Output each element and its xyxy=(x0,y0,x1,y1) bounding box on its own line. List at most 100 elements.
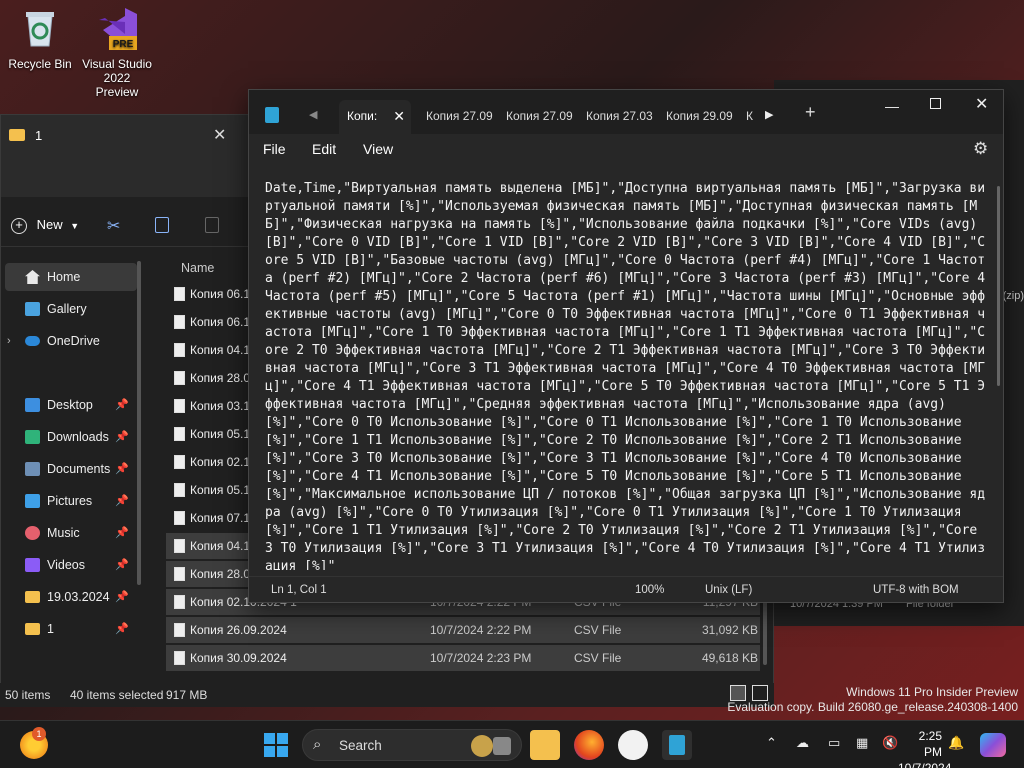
new-tab-icon[interactable]: + xyxy=(805,102,816,123)
name-column-header[interactable]: Name xyxy=(181,261,214,275)
file-explorer-taskbar-icon[interactable] xyxy=(530,730,560,760)
notepad-text-area[interactable]: Date,Time,"Виртуальная память выделена [… xyxy=(265,180,989,570)
sidebar-item-label: 19.03.2024 xyxy=(47,590,110,604)
menu-file[interactable]: File xyxy=(263,141,286,157)
scroll-tabs-left-icon[interactable]: ◀ xyxy=(309,108,317,121)
folder-icon xyxy=(9,129,25,141)
watermark-line1: Windows 11 Pro Insider Preview xyxy=(846,685,1018,699)
file-icon xyxy=(174,539,185,553)
widgets-button[interactable]: 1 xyxy=(20,727,48,759)
file-name: Копия 06.1 xyxy=(190,315,251,329)
network-icon[interactable]: ▦ xyxy=(856,735,868,751)
new-button[interactable]: + New ▼ xyxy=(11,217,79,234)
file-name: Копия 30.09.2024 xyxy=(190,651,287,665)
sidebar-item-label: 1 xyxy=(47,622,54,636)
notepad-tab-active[interactable]: Копи: ✕ xyxy=(339,100,411,134)
notepad-tab[interactable]: Копия 29.09 xyxy=(666,109,733,123)
notepad-tab[interactable]: Копия 27.09 xyxy=(506,109,573,123)
pin-icon[interactable]: 📌 xyxy=(115,391,129,419)
sidebar-item-label: OneDrive xyxy=(47,334,100,348)
pin-icon[interactable]: 📌 xyxy=(115,583,129,611)
file-size: 49,618 KB xyxy=(701,651,758,665)
pin-icon[interactable]: 📌 xyxy=(115,455,129,483)
close-window-icon[interactable]: ✕ xyxy=(975,94,988,114)
cut-icon[interactable]: ✂ xyxy=(107,216,120,236)
file-row[interactable]: Копия 26.09.2024 10/7/2024 2:22 PM CSV Fil… xyxy=(166,617,760,643)
clock[interactable]: 2:25 PM 10/7/2024 xyxy=(898,728,951,768)
sidebar-item-folder-19-03-2024[interactable]: 19.03.2024 📌 xyxy=(1,583,137,611)
menu-view[interactable]: View xyxy=(363,141,393,157)
sidebar-item-folder-1[interactable]: 1 📌 xyxy=(1,615,137,643)
sidebar-item-gallery[interactable]: Gallery xyxy=(1,295,137,323)
search-highlight-icon xyxy=(471,735,493,757)
desktop-icon-label: Recycle Bin xyxy=(8,57,72,71)
sidebar-item-downloads[interactable]: Downloads 📌 xyxy=(1,423,137,451)
pin-icon[interactable]: 📌 xyxy=(115,615,129,643)
notepad-icon xyxy=(265,107,279,123)
document-icon xyxy=(25,462,40,476)
app-taskbar-icon[interactable] xyxy=(618,730,648,760)
sidebar-item-home[interactable]: Home xyxy=(5,263,137,291)
desktop-icon xyxy=(25,398,40,412)
sidebar-item-videos[interactable]: Videos 📌 xyxy=(1,551,137,579)
menu-edit[interactable]: Edit xyxy=(312,141,336,157)
file-icon xyxy=(174,567,185,581)
notepad-window: ◀ Копи: ✕ Копия 27.09 Копия 27.09 Копия … xyxy=(248,89,1004,603)
notepad-tab[interactable]: К xyxy=(746,109,753,123)
sidebar-item-desktop[interactable]: Desktop 📌 xyxy=(1,391,137,419)
pictures-icon xyxy=(25,494,40,508)
gear-icon[interactable]: ⚙ xyxy=(973,139,988,159)
windows-logo-tile xyxy=(277,733,288,744)
chevron-up-icon[interactable]: ⌃ xyxy=(766,735,777,751)
display-icon[interactable]: ▭ xyxy=(828,735,840,751)
sidebar-item-music[interactable]: Music 📌 xyxy=(1,519,137,547)
notepad-tab[interactable]: Копия 27.09 xyxy=(426,109,493,123)
search-highlight-icon xyxy=(493,737,511,755)
pin-icon[interactable]: 📌 xyxy=(115,487,129,515)
firefox-taskbar-icon[interactable] xyxy=(574,730,604,760)
copilot-icon[interactable] xyxy=(980,733,1006,757)
file-name: Копия 26.09.2024 xyxy=(190,623,287,637)
desktop-icon-recycle-bin[interactable]: Recycle Bin xyxy=(0,6,80,71)
file-name: Копия 04.1 xyxy=(190,343,251,357)
desktop-icon-label: Visual Studio 2022 Preview xyxy=(82,57,152,99)
sidebar-item-label: Desktop xyxy=(47,398,93,412)
pin-icon[interactable]: 📌 xyxy=(115,551,129,579)
file-icon xyxy=(174,623,185,637)
explorer-tab[interactable]: 1 ✕ xyxy=(1,115,249,155)
text-scrollbar[interactable] xyxy=(997,186,1000,386)
pin-icon[interactable]: 📌 xyxy=(115,423,129,451)
item-count: 50 items xyxy=(5,688,51,702)
new-button-label: New xyxy=(36,217,63,232)
file-icon xyxy=(174,455,185,469)
volume-mute-icon[interactable]: 🔇 xyxy=(882,735,898,751)
file-icon xyxy=(174,315,185,329)
file-row[interactable]: Копия 30.09.2024 10/7/2024 2:23 PM CSV Fil… xyxy=(166,645,760,671)
notification-bell-icon[interactable]: 🔔 xyxy=(948,735,964,751)
copy-icon[interactable] xyxy=(155,217,169,233)
notepad-taskbar-icon[interactable] xyxy=(662,730,692,760)
scroll-tabs-right-icon[interactable]: ▶ xyxy=(765,108,773,121)
desktop-icon-visual-studio[interactable]: PRE Visual Studio 2022 Preview xyxy=(77,6,157,99)
sidebar-item-onedrive[interactable]: › OneDrive xyxy=(1,327,137,355)
search-box[interactable]: ⌕ Search xyxy=(302,729,522,761)
file-name: Копия 28.0 xyxy=(190,567,251,581)
start-button[interactable] xyxy=(264,733,288,757)
file-icon xyxy=(174,427,185,441)
sidebar-item-documents[interactable]: Documents 📌 xyxy=(1,455,137,483)
sidebar-item-label: Music xyxy=(47,526,80,540)
notepad-icon xyxy=(669,735,685,755)
sidebar-item-label: Videos xyxy=(47,558,85,572)
close-tab-icon[interactable]: ✕ xyxy=(393,108,405,125)
paste-icon[interactable] xyxy=(205,217,219,233)
sidebar-item-label: Pictures xyxy=(47,494,93,508)
sidebar-item-label: Home xyxy=(47,270,81,284)
sidebar-scrollbar[interactable] xyxy=(137,261,141,585)
maximize-icon[interactable] xyxy=(930,98,941,109)
minimize-icon[interactable]: — xyxy=(885,98,899,114)
pin-icon[interactable]: 📌 xyxy=(115,519,129,547)
close-tab-icon[interactable]: ✕ xyxy=(213,125,226,145)
sidebar-item-pictures[interactable]: Pictures 📌 xyxy=(1,487,137,515)
notepad-tab[interactable]: Копия 27.03 xyxy=(586,109,653,123)
network-off-icon[interactable]: ☁ xyxy=(796,735,809,751)
